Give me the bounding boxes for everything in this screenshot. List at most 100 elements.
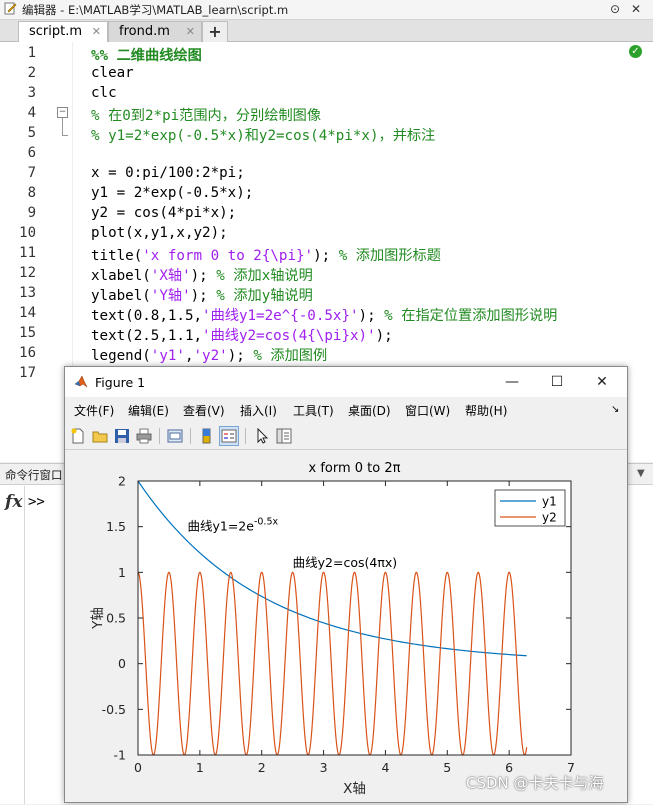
insert-colorbar-icon[interactable] [198,427,216,445]
tab-frond-close-icon[interactable]: ✕ [186,22,195,42]
code-line: % 在0到2*pi范围内，分别绘制图像 [91,105,321,125]
line-number: 9 [27,205,36,221]
menu-help[interactable]: 帮助(H) [465,402,507,419]
line-number: 2 [27,65,36,81]
menu-insert[interactable]: 插入(I) [240,402,277,419]
code-line: legend('y1','y2'); % 添加图例 [91,345,327,365]
legend-label-y1: y1 [542,495,557,509]
string-token: '曲线y2=cos(4{\pi}x)' [202,328,376,344]
save-icon[interactable] [113,427,131,445]
code-line: %% 二维曲线绘图 [91,45,202,65]
code-token: ); [190,268,217,284]
menu-desktop[interactable]: 桌面(D) [348,402,391,419]
code-token: ); [227,348,254,364]
string-token: 'x form 0 to 2{\pi}' [142,248,314,264]
command-prompt[interactable]: >> [28,494,45,510]
code-line: clear [91,65,134,81]
x-axis-label: X轴 [343,781,366,797]
menu-tools[interactable]: 工具(T) [293,402,334,419]
menu-dock-arrow-icon[interactable]: ↘ [611,404,619,415]
y-tick-label: -0.5 [102,702,126,717]
line-number: 16 [19,345,36,361]
function-browser-icon[interactable]: fx [5,492,22,512]
figure-toolbar [65,423,627,450]
x-tick-label: 4 [381,760,389,775]
new-figure-icon[interactable] [69,427,87,445]
string-token: 'y2' [193,348,228,364]
y-tick-label: 0.5 [106,611,126,626]
comment-token: % 添加图例 [253,348,328,364]
command-window-menu-icon[interactable]: ▼ [637,468,645,479]
line-number: 15 [19,325,36,341]
code-token: ); [190,288,217,304]
code-token: plot(x,y1,x,y2); [91,225,228,241]
code-token: text(2.5,1.1, [91,328,203,344]
link-plot-icon[interactable] [166,427,184,445]
property-inspector-icon[interactable] [275,427,293,445]
code-line: title('x form 0 to 2{\pi}'); % 添加图形标题 [91,245,441,265]
menu-view[interactable]: 查看(V) [183,402,225,419]
line-number: 14 [19,305,36,321]
chart[interactable]: 0 1 2 3 4 5 6 7-1-0.500.511.52x form 0 to 2πX轴Y… [65,450,627,802]
editor-close-button[interactable]: ✕ [627,0,645,18]
figure-close-button[interactable]: ✕ [587,371,617,393]
line-number: 5 [27,125,36,141]
code-token: ylabel( [91,288,151,304]
chart-title: x form 0 to 2π [309,461,401,476]
line-number: 12 [19,265,36,281]
comment-token: % 添加图形标题 [338,248,441,264]
fold-toggle-icon[interactable]: − [57,107,68,118]
editor-tab-bar: script.m ✕ frond.m ✕ + [0,20,653,43]
edit-plot-arrow-icon[interactable] [253,427,271,445]
comment-token: %% 二维曲线绘图 [91,48,202,64]
line-number: 3 [27,85,36,101]
line-number: 13 [19,285,36,301]
line-number: 7 [27,165,36,181]
options-button[interactable]: ⊙ [606,0,624,18]
code-token: clear [91,65,134,81]
figure-title: Figure 1 [95,375,146,390]
menu-edit[interactable]: 编辑(E) [128,402,169,419]
tab-script-close-icon[interactable]: ✕ [92,22,101,42]
minimize-button[interactable]: — [497,371,527,393]
figure-title-bar: Figure 1 — ☐ ✕ [65,367,627,397]
code-line: xlabel('X轴'); % 添加x轴说明 [91,265,313,285]
toolbar-separator [190,428,191,444]
figure-window[interactable]: Figure 1 — ☐ ✕ 文件(F) 编辑(E) 查看(V) 插入(I) 工… [64,366,628,803]
maximize-button[interactable]: ☐ [542,371,572,393]
y-tick-label: 1 [118,565,126,580]
tab-script[interactable]: script.m ✕ [18,21,108,43]
code-analyzer-ok-icon[interactable]: ✓ [629,45,642,58]
insert-legend-icon[interactable] [219,426,239,446]
print-icon[interactable] [135,427,153,445]
code-token: xlabel( [91,268,151,284]
annotation-y2: 曲线y2=cos(4πx) [293,555,398,570]
x-tick-label: 0 [134,760,142,775]
open-file-icon[interactable] [91,427,109,445]
code-line: clc [91,85,117,101]
annotation-y1-superscript: -0.5x [254,517,279,528]
editor-title-bar: 编辑器 - E:\MATLAB学习\MATLAB_learn\script.m … [0,0,653,20]
y-axis-label: Y轴 [90,607,106,630]
add-tab-button[interactable]: + [202,21,228,42]
code-line: text(2.5,1.1,'曲线y2=cos(4{\pi}x)'); [91,325,393,345]
x-tick-label: 5 [443,760,451,775]
code-line: % y1=2*exp(-0.5*x)和y2=cos(4*pi*x)，并标注 [91,125,435,145]
code-token: ); [358,308,385,324]
command-window-title: 命令行窗口 [5,468,63,482]
code-line: y1 = 2*exp(-0.5*x); [91,185,253,201]
line-number: 6 [27,145,36,161]
editor-title: 编辑器 - E:\MATLAB学习\MATLAB_learn\script.m [22,3,289,17]
code-line: text(0.8,1.5,'曲线y1=2e^{-0.5x}'); % 在指定位置… [91,305,557,325]
comment-token: % y1=2*exp(-0.5*x)和y2=cos(4*pi*x)，并标注 [91,128,436,144]
line-number: 17 [19,365,36,381]
tab-frond[interactable]: frond.m ✕ [108,21,202,42]
comment-token: % 在指定位置添加图形说明 [384,308,558,324]
menu-file[interactable]: 文件(F) [74,402,114,419]
line-number: 11 [19,245,36,261]
annotation-y1-text: 曲线y1=2e [187,519,254,534]
menu-window[interactable]: 窗口(W) [405,402,450,419]
x-tick-label: 1 [196,760,204,775]
code-token: x = 0:pi/100:2*pi; [91,165,245,181]
plot-area[interactable]: 0 1 2 3 4 5 6 7 -1 -0.5 0 0.5 1 1.5 2 x form 0 to 2π X轴 Y… [65,450,627,802]
